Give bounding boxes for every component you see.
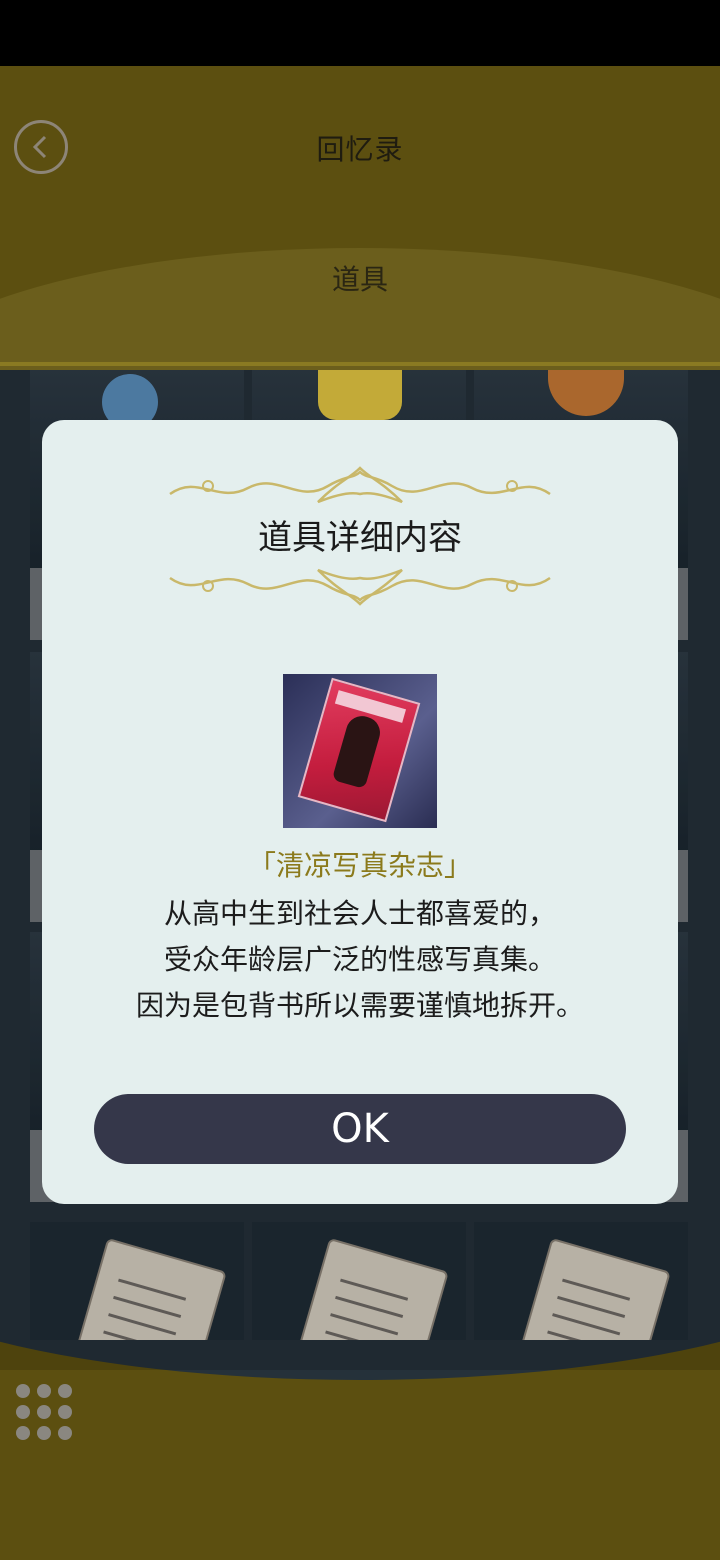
status-bar (0, 0, 720, 66)
grid-menu-icon[interactable] (16, 1384, 72, 1440)
magazine-icon (297, 677, 421, 823)
item-description-line: 受众年龄层广泛的性感写真集。 (163, 943, 556, 976)
item-detail-dialog: 道具详细内容 「清凉写真杂志」 从高中生到社会人士都喜爱的， 受众年龄层广泛的性… (42, 420, 678, 1204)
header (0, 66, 720, 370)
item-description-line: 从高中生到社会人士都喜爱的， (163, 897, 556, 930)
dialog-title: 道具详细内容 (258, 518, 462, 558)
vine-ornament-icon (169, 568, 551, 606)
page-title: 回忆录 (316, 133, 404, 166)
item-name: 「清凉写真杂志」 (247, 849, 472, 882)
bottom-bar (0, 1340, 720, 1560)
section-title: 道具 (331, 263, 388, 296)
item-image (283, 674, 437, 828)
ok-button[interactable]: OK (94, 1094, 626, 1164)
item-description-line: 因为是包背书所以需要谨慎地拆开。 (135, 989, 584, 1022)
vine-ornament-icon (169, 466, 551, 504)
